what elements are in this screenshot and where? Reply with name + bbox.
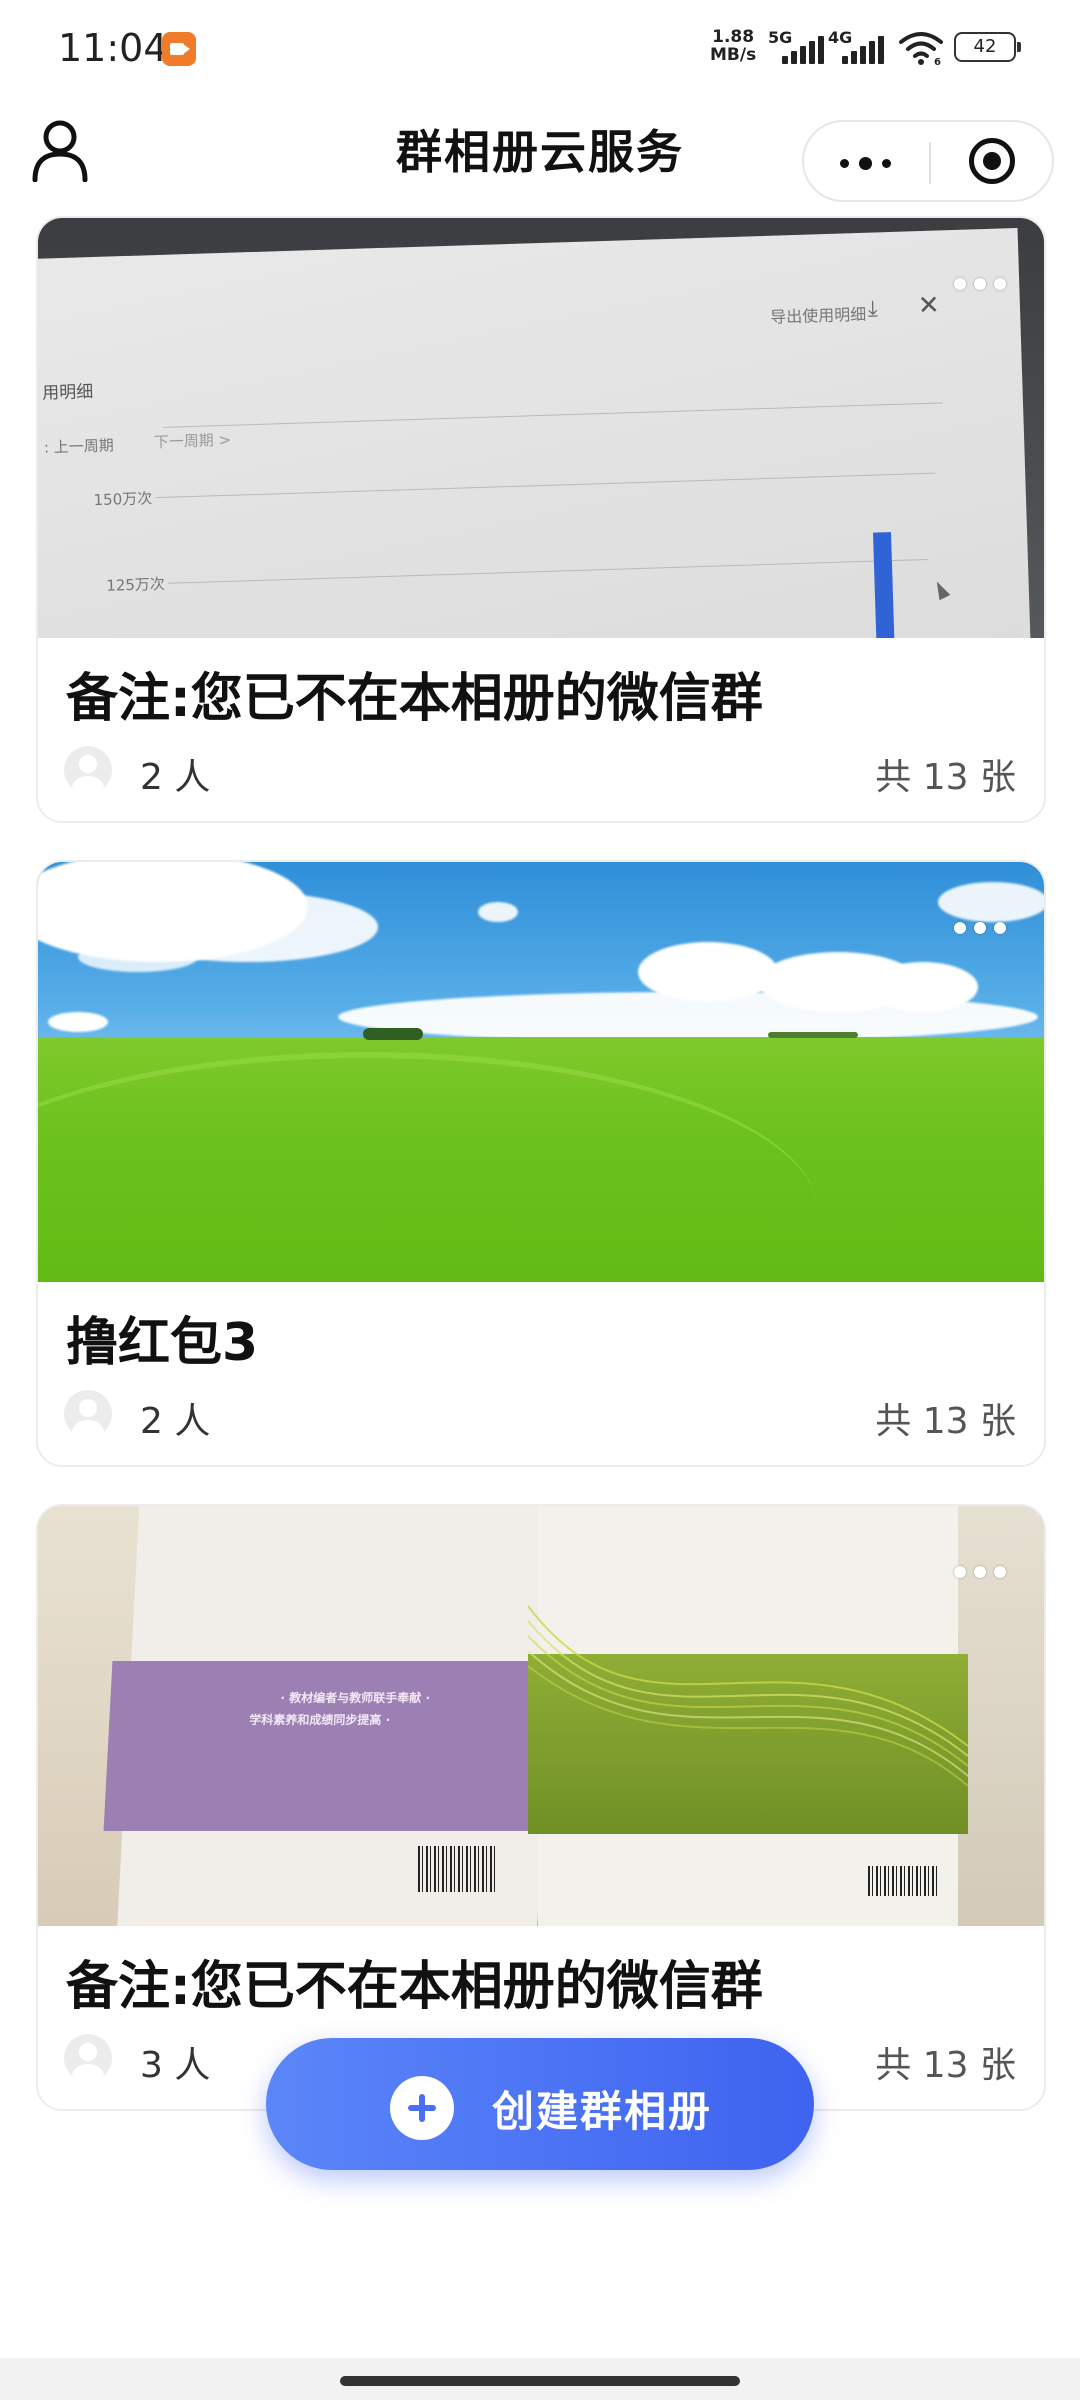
axis-tick-150: 150万次 (93, 489, 153, 510)
wifi-sub-label: 6 (934, 57, 941, 66)
member-count: 3 人 (140, 2045, 211, 2086)
monitor-screen-photo: 导出使用明细 ⤓ ✕ 用明细 : 上一周期 下一周期 > 150万次 125万次 (38, 227, 1032, 638)
album-title: 撸红包3 (66, 1313, 259, 1373)
avatar (64, 746, 112, 794)
more-dots-icon (840, 159, 849, 168)
album-more-button[interactable] (954, 1556, 1014, 1586)
album-more-button[interactable] (954, 912, 1014, 942)
status-bar: 11:04 1.88 MB/s 5G 4G 6 42 (0, 0, 1080, 96)
home-indicator[interactable] (340, 2376, 740, 2386)
mini-program-capsule (802, 120, 1054, 202)
more-options-button[interactable] (804, 122, 929, 200)
close-mini-program-button[interactable] (931, 122, 1052, 200)
close-icon: ✕ (917, 290, 941, 322)
network-speed-value: 1.88 (712, 27, 755, 47)
photo-count: 共 13 张 (875, 2045, 1016, 2086)
barcode (418, 1846, 498, 1892)
status-time: 11:04 (58, 26, 168, 70)
avatar (64, 2034, 112, 2082)
screen-recorder-icon (162, 32, 196, 66)
album-more-button[interactable] (954, 268, 1014, 298)
album-title: 备注:您已不在本相册的微信群 (66, 1957, 763, 2017)
photo-count: 共 13 张 (875, 1401, 1016, 1442)
album-card[interactable]: 撸红包3 2 人 共 13 张 (36, 860, 1046, 1467)
wave-pattern (528, 1605, 968, 1787)
network-speed: 1.88 MB/s (710, 28, 756, 64)
photo-count: 共 13 张 (875, 757, 1016, 798)
tree-line (363, 1028, 423, 1040)
app-screen: 11:04 1.88 MB/s 5G 4G 6 42 群相册云服务 导出使用明细… (0, 0, 1080, 2400)
battery-indicator: 42 (954, 32, 1021, 62)
avatar (64, 1390, 112, 1438)
signal-4g-icon (842, 36, 886, 64)
plus-icon (390, 2076, 454, 2140)
album-title: 备注:您已不在本相册的微信群 (66, 669, 763, 729)
mouse-cursor-icon (931, 578, 951, 601)
album-card[interactable]: 导出使用明细 ⤓ ✕ 用明细 : 上一周期 下一周期 > 150万次 125万次… (36, 216, 1046, 823)
prev-period-text: : 上一周期 (43, 436, 114, 457)
create-album-button[interactable]: 创建群相册 (266, 2038, 814, 2170)
album-cover-image (38, 862, 1044, 1282)
next-period-text: 下一周期 > (153, 430, 232, 452)
member-count: 2 人 (140, 757, 211, 798)
album-card[interactable]: · 教材编者与教师联手奉献 · 学科素养和成绩同步提高 · 备注:您已不在本相册… (36, 1504, 1046, 2111)
purple-book-band: · 教材编者与教师联手奉献 · 学科素养和成绩同步提高 · (103, 1661, 573, 1831)
member-count: 2 人 (140, 1401, 211, 1442)
panel-title: 用明细 (41, 382, 94, 404)
book-text-line1: · 教材编者与教师联手奉献 · (280, 1691, 431, 1705)
barcode (868, 1866, 938, 1896)
chart-bar-highlight (872, 532, 896, 638)
network-speed-unit: MB/s (710, 45, 757, 65)
target-icon (969, 138, 1015, 184)
wifi-icon: 6 (899, 32, 943, 66)
book-text-line2: 学科素养和成绩同步提高 · (248, 1713, 391, 1727)
album-cover-image: 导出使用明细 ⤓ ✕ 用明细 : 上一周期 下一周期 > 150万次 125万次 (38, 218, 1044, 638)
nav-bar: 群相册云服务 (0, 96, 1080, 212)
download-icon: ⤓ (867, 296, 879, 322)
export-detail-text: 导出使用明细 (769, 304, 867, 327)
axis-tick-125: 125万次 (106, 574, 166, 595)
album-cover-image: · 教材编者与教师联手奉献 · 学科素养和成绩同步提高 · (38, 1506, 1044, 1926)
create-album-label: 创建群相册 (492, 2087, 713, 2136)
system-nav-area (0, 2358, 1080, 2400)
signal-5g-icon (782, 36, 826, 64)
